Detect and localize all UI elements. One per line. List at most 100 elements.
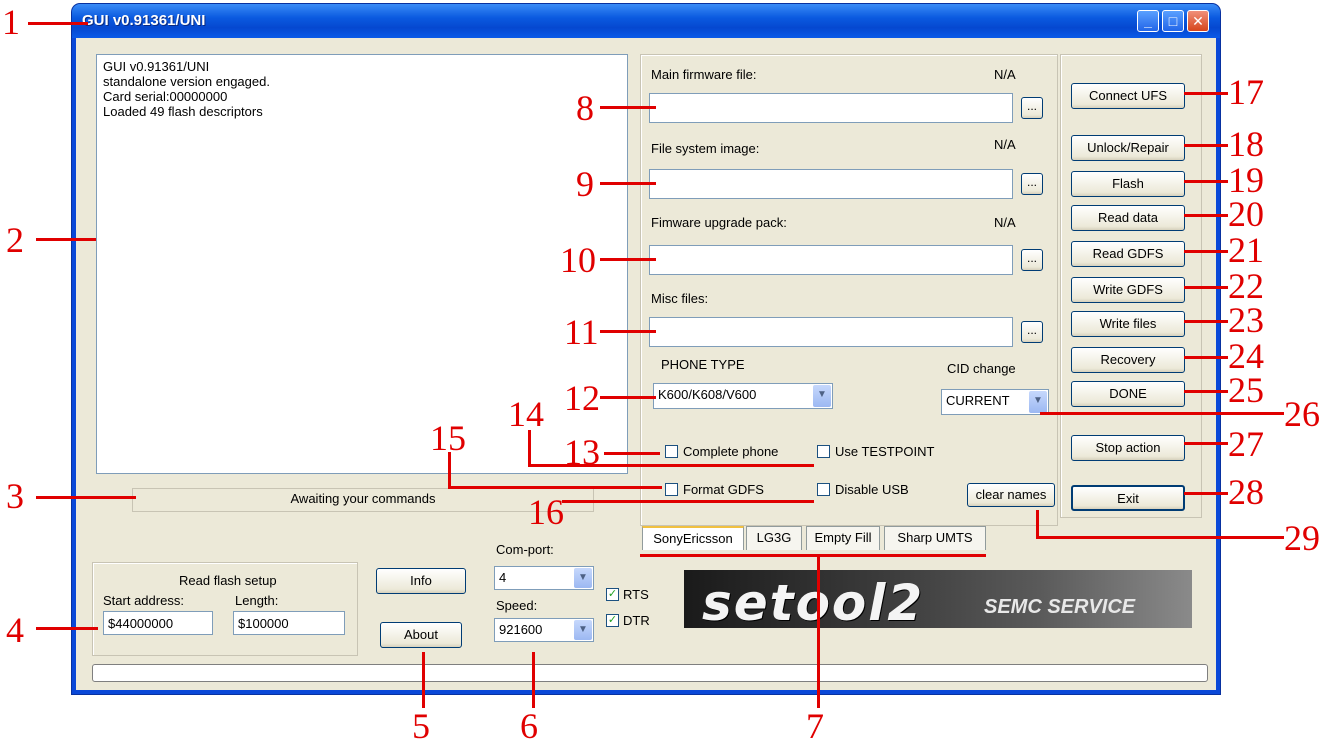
log-area[interactable]: GUI v0.91361/UNI standalone version enga… [96,54,628,474]
comport-select[interactable]: 4 ▼ [494,566,594,590]
client-area: GUI v0.91361/UNI standalone version enga… [76,38,1216,690]
main-firmware-label: Main firmware file: [651,67,757,82]
tab-sharp-umts[interactable]: Sharp UMTS [884,526,986,550]
annotation-line [528,464,814,467]
progress-bar [92,664,1208,682]
main-firmware-input[interactable] [649,93,1013,123]
fs-image-input[interactable] [649,169,1013,199]
annotation-number: 27 [1228,424,1264,464]
annotation-line [448,486,662,489]
cid-change-label: CID change [947,361,1016,376]
connect-ufs-button[interactable]: Connect UFS [1071,83,1185,109]
cid-change-value: CURRENT [946,393,1010,408]
annotation-line [600,396,656,399]
annotation-line [1184,320,1228,323]
misc-files-input[interactable] [649,317,1013,347]
annotation-line [1184,214,1228,217]
cid-change-select[interactable]: CURRENT ▼ [941,389,1049,415]
annotation-number: 8 [576,88,594,128]
annotation-line [422,652,425,708]
setool-logo: setool2 SEMC SERVICE [684,570,1192,628]
fs-image-label: File system image: [651,141,760,156]
about-button[interactable]: About [380,622,462,648]
annotation-number: 22 [1228,266,1264,306]
rts-label: RTS [623,587,649,602]
annotation-number: 5 [412,706,430,746]
annotation-line [600,182,656,185]
annotation-number: 3 [6,476,24,516]
use-testpoint-checkbox[interactable] [817,445,830,458]
disable-usb-label: Disable USB [835,482,909,497]
annotation-number: 10 [560,240,596,280]
annotation-line [1036,510,1039,538]
speed-value: 921600 [499,622,543,637]
done-button[interactable]: DONE [1071,381,1185,407]
upgrade-pack-browse-button[interactable]: ... [1021,249,1043,271]
main-firmware-browse-button[interactable]: ... [1021,97,1043,119]
annotation-number: 7 [806,706,824,746]
read-gdfs-button[interactable]: Read GDFS [1071,241,1185,267]
read-data-button[interactable]: Read data [1071,205,1185,231]
annotation-line [600,106,656,109]
annotation-line [1184,92,1228,95]
phone-type-label: PHONE TYPE [661,357,745,372]
phone-type-value: K600/K608/V600 [658,387,757,402]
annotation-line [36,238,96,241]
annotation-line [36,496,136,499]
format-gdfs-checkbox[interactable] [665,483,678,496]
annotation-line [604,452,660,455]
annotation-number: 6 [520,706,538,746]
info-button[interactable]: Info [376,568,466,594]
write-gdfs-button[interactable]: Write GDFS [1071,277,1185,303]
annotation-number: 24 [1228,336,1264,376]
upgrade-pack-status: N/A [994,215,1016,230]
flash-button[interactable]: Flash [1071,171,1185,197]
recovery-button[interactable]: Recovery [1071,347,1185,373]
speed-select[interactable]: 921600 ▼ [494,618,594,642]
annotation-line [36,627,98,630]
phone-type-select[interactable]: K600/K608/V600 ▼ [653,383,833,409]
annotation-line [1040,412,1284,415]
chevron-down-icon[interactable]: ▼ [574,568,592,588]
start-address-input[interactable]: $44000000 [103,611,213,635]
chevron-down-icon[interactable]: ▼ [813,385,831,407]
length-input[interactable]: $100000 [233,611,345,635]
close-button[interactable]: ✕ [1187,10,1209,32]
chevron-down-icon[interactable]: ▼ [1029,391,1047,413]
minimize-button[interactable]: _ [1137,10,1159,32]
length-label: Length: [235,593,279,608]
misc-files-browse-button[interactable]: ... [1021,321,1043,343]
dtr-label: DTR [623,613,650,628]
tab-empty-fill[interactable]: Empty Fill [806,526,880,550]
annotation-number: 23 [1228,300,1264,340]
log-line: GUI v0.91361/UNI [103,59,210,74]
clear-names-button[interactable]: clear names [967,483,1055,507]
tab-sonyericsson[interactable]: SonyEricsson [642,526,744,550]
annotation-line [1184,492,1228,495]
title-bar[interactable]: GUI v0.91361/UNI _ □ ✕ [72,4,1220,38]
annotation-line [532,652,535,708]
chevron-down-icon[interactable]: ▼ [574,620,592,640]
log-line: standalone version engaged. [103,74,270,89]
annotation-line [600,330,656,333]
exit-button[interactable]: Exit [1071,485,1185,511]
dtr-checkbox[interactable]: ✓ [606,614,619,627]
disable-usb-checkbox[interactable] [817,483,830,496]
misc-files-label: Misc files: [651,291,709,306]
unlock-repair-button[interactable]: Unlock/Repair [1071,135,1185,161]
annotation-number: 28 [1228,472,1264,512]
fs-image-browse-button[interactable]: ... [1021,173,1043,195]
annotation-line [1184,356,1228,359]
rts-checkbox[interactable]: ✓ [606,588,619,601]
annotation-line [1184,144,1228,147]
annotation-number: 20 [1228,194,1264,234]
stop-action-button[interactable]: Stop action [1071,435,1185,461]
write-files-button[interactable]: Write files [1071,311,1185,337]
tab-strip: SonyEricsson LG3G Empty Fill Sharp UMTS [642,526,992,552]
upgrade-pack-label: Fimware upgrade pack: [651,215,787,230]
maximize-button[interactable]: □ [1162,10,1184,32]
upgrade-pack-input[interactable] [649,245,1013,275]
annotation-line [528,430,531,466]
complete-phone-checkbox[interactable] [665,445,678,458]
tab-lg3g[interactable]: LG3G [746,526,802,550]
